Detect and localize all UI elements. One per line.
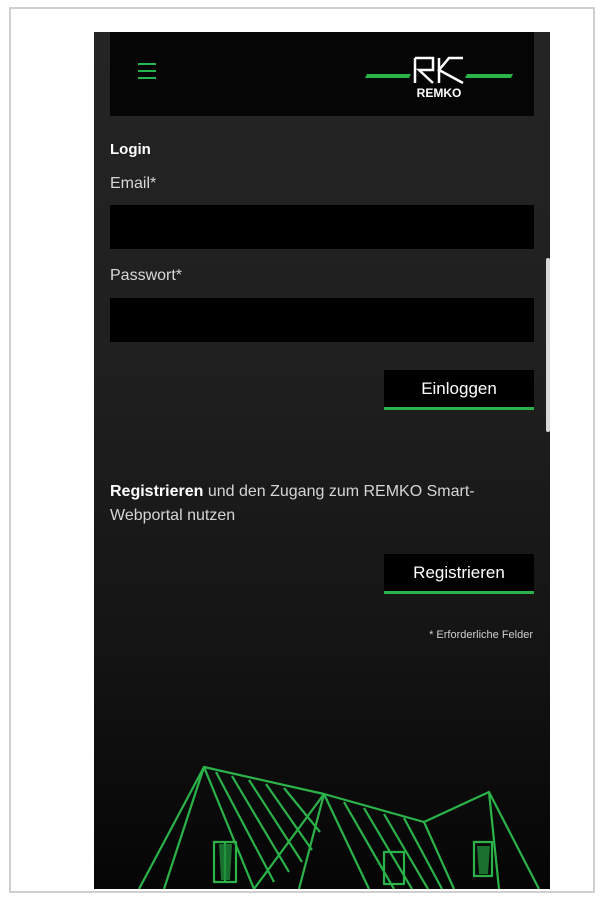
register-button[interactable]: Registrieren: [384, 554, 534, 594]
logo-text: REMKO: [417, 86, 462, 100]
password-field[interactable]: [110, 298, 534, 342]
house-outline-illustration: [138, 765, 540, 889]
remko-logo: REMKO: [365, 56, 513, 100]
required-fields-note: * Erforderliche Felder: [429, 629, 533, 641]
app-header: REMKO: [110, 32, 534, 116]
register-link-text[interactable]: Registrieren: [110, 483, 203, 500]
hamburger-menu-icon[interactable]: [138, 63, 156, 79]
register-description: Registrieren und den Zugang zum REMKO Sm…: [110, 480, 538, 528]
login-heading: Login: [110, 141, 151, 158]
password-label: Passwort*: [110, 267, 183, 284]
scrollbar[interactable]: [546, 258, 550, 432]
email-field[interactable]: [110, 205, 534, 249]
login-button[interactable]: Einloggen: [384, 370, 534, 410]
phone-screen: REMKO Login Email* Passwort* Einloggen R…: [94, 32, 550, 889]
screenshot-frame: REMKO Login Email* Passwort* Einloggen R…: [9, 7, 595, 893]
email-label: Email*: [110, 175, 157, 192]
